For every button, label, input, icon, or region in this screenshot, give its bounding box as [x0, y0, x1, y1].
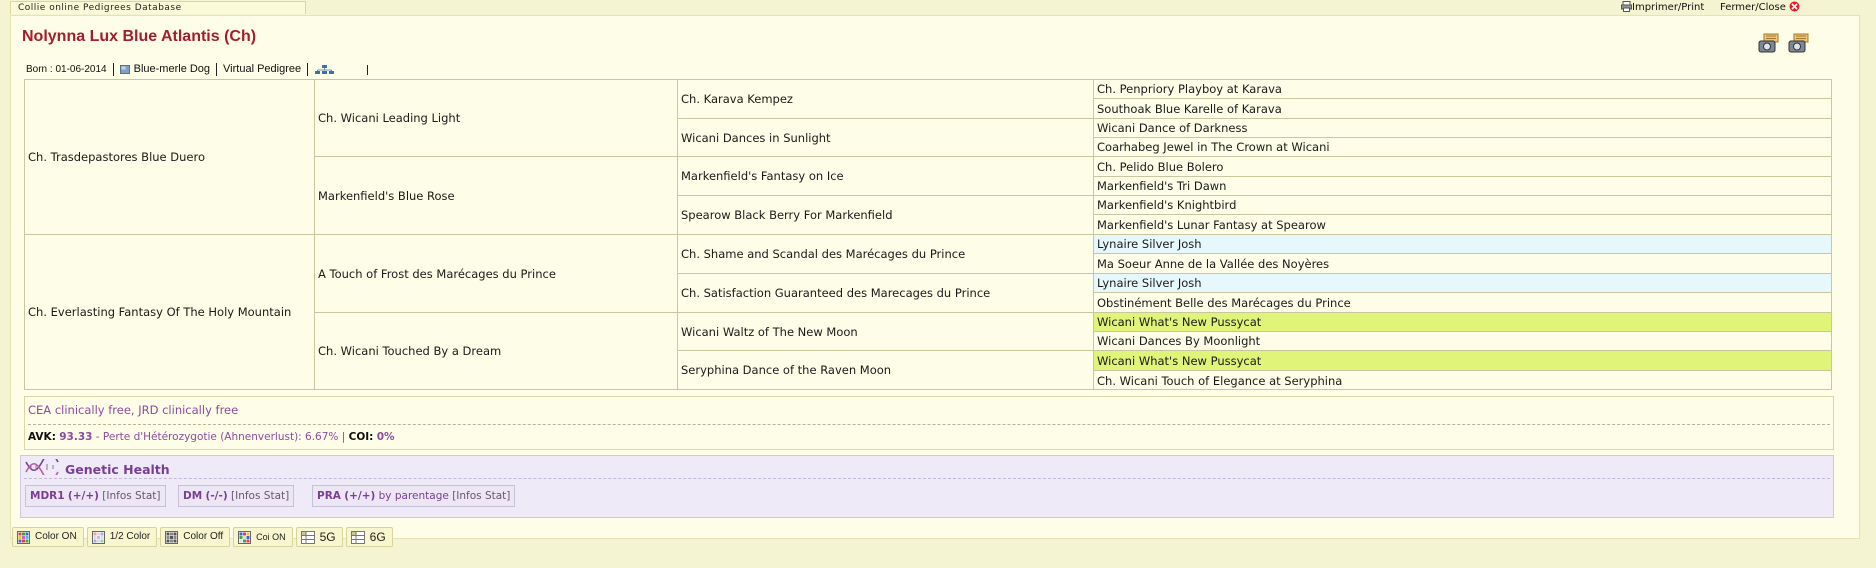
half-color-button[interactable]: 1/2 Color: [86, 527, 158, 547]
test-name: MDR1: [30, 490, 65, 502]
pedigree-gen4-cell[interactable]: Lynaire Silver Josh: [1094, 274, 1831, 293]
test-result: (+/+): [344, 490, 376, 502]
pedigree-gen3-cell[interactable]: Seryphina Dance of the Raven Moon: [678, 351, 1094, 390]
table-icon: [350, 530, 365, 544]
pedigree-gen4-cell[interactable]: Markenfield's Lunar Fantasy at Spearow: [1094, 215, 1831, 235]
pedigree-gen4-cell[interactable]: Markenfield's Tri Dawn: [1094, 177, 1831, 196]
divider: [24, 478, 1830, 479]
sire[interactable]: Ch. Trasdepastores Blue Duero: [25, 80, 315, 235]
test-name: DM: [183, 490, 203, 502]
pedigree-gen2-cell[interactable]: Markenfield's Blue Rose: [315, 157, 678, 235]
close-label: Fermer/Close: [1720, 2, 1786, 13]
genetic-health-title: Genetic Health: [65, 462, 170, 477]
pedigree-gen4-cell[interactable]: Ma Soeur Anne de la Vallée des Noyères: [1094, 254, 1831, 274]
close-icon: [1789, 1, 1800, 12]
pedigree-gen4-cell[interactable]: Wicani What's New Pussycat: [1094, 313, 1831, 332]
test-result: (-/-): [205, 490, 228, 502]
camera-icon[interactable]: [1758, 32, 1780, 54]
pedigree-gen3-cell[interactable]: Ch. Karava Kempez: [678, 80, 1094, 119]
print-label: Imprimer/Print: [1632, 2, 1705, 13]
button-label: Coi ON: [256, 532, 286, 542]
test-name: PRA: [317, 490, 341, 502]
dna-icon: [25, 459, 59, 475]
color-sex-label: Blue-merle Dog: [133, 63, 211, 75]
pedigree-gen3-cell[interactable]: Markenfield's Fantasy on Ice: [678, 157, 1094, 196]
pedigree-gen3-cell[interactable]: Wicani Dances in Sunlight: [678, 119, 1094, 157]
pedigree-gen4-cell[interactable]: Wicani What's New Pussycat: [1094, 351, 1831, 371]
genetic-health-panel: Genetic Health MDR1 (+/+) [Infos Stat] D…: [20, 455, 1834, 518]
table-icon: [300, 530, 315, 544]
coi-value: 0%: [376, 431, 395, 443]
coi-on-button[interactable]: Coi ON: [233, 527, 293, 547]
button-label: Color Off: [183, 531, 224, 542]
pedigree-gen3-cell[interactable]: Wicani Waltz of The New Moon: [678, 313, 1094, 351]
virtual-pedigree-link[interactable]: Virtual Pedigree: [217, 63, 309, 76]
6g-button[interactable]: 6G: [345, 527, 393, 547]
pedigree-gen2-cell[interactable]: Ch. Wicani Leading Light: [315, 80, 678, 157]
pedigree-gen4-cell[interactable]: Southoak Blue Karelle of Karava: [1094, 99, 1831, 119]
color-grid-icon: [17, 530, 30, 544]
pedigree-gen2-cell[interactable]: A Touch of Frost des Marécages du Prince: [315, 235, 678, 313]
pedigree-gen3-cell[interactable]: Spearow Black Berry For Markenfield: [678, 196, 1094, 235]
color-sex: Blue-merle Dog: [114, 63, 218, 76]
pedigree-gen4-cell[interactable]: Lynaire Silver Josh: [1094, 235, 1831, 254]
pedigree-gen4-cell[interactable]: Ch. Penpriory Playboy at Karava: [1094, 80, 1831, 99]
test-links[interactable]: [Infos Stat]: [231, 490, 289, 502]
bottom-toolbar: Color ON 1/2 Color Color Off Coi ON 5G 6…: [12, 527, 393, 547]
printer-icon: [1621, 1, 1632, 12]
pedigree-gen4-cell[interactable]: Ch. Wicani Touch of Elegance at Seryphin…: [1094, 371, 1831, 390]
test-dm: DM (-/-) [Infos Stat]: [178, 485, 295, 507]
test-extra: by parentage: [378, 490, 449, 502]
pedigree-gen4-cell[interactable]: Wicani Dances By Moonlight: [1094, 332, 1831, 351]
half-color-grid-icon: [91, 530, 105, 544]
born-date: Born : 01-06-2014: [24, 63, 114, 76]
pedigree-gen3-cell[interactable]: Ch. Shame and Scandal des Marécages du P…: [678, 235, 1094, 274]
avk-line: AVK: 93.33 - Perte d'Hétérozygotie (Ahne…: [28, 431, 395, 443]
pedigree-gen4-cell[interactable]: Coarhabeg Jewel in The Crown at Wicani: [1094, 138, 1831, 157]
coi-label: COI: [348, 431, 370, 443]
test-result: (+/+): [67, 490, 99, 502]
pedigree-gen4-cell[interactable]: Ch. Pelido Blue Bolero: [1094, 157, 1831, 177]
test-links[interactable]: [Infos Stat]: [452, 490, 510, 502]
pedigree-gen4-cell[interactable]: Markenfield's Knightbird: [1094, 196, 1831, 215]
pedigree-gen2-cell[interactable]: Ch. Wicani Touched By a Dream: [315, 313, 678, 390]
button-label: 5G: [319, 530, 336, 544]
avk-label: AVK: [28, 431, 52, 443]
button-label: 6G: [369, 530, 386, 544]
tree-icon: [315, 64, 335, 74]
5g-button[interactable]: 5G: [295, 527, 343, 547]
dam[interactable]: Ch. Everlasting Fantasy Of The Holy Moun…: [25, 235, 315, 390]
pedigree-table: Ch. Trasdepastores Blue Duero Ch. Everla…: [24, 79, 1832, 390]
test-mdr1: MDR1 (+/+) [Infos Stat]: [25, 485, 166, 507]
button-label: Color ON: [35, 531, 77, 542]
button-label: 1/2 Color: [109, 531, 151, 542]
color-on-button[interactable]: Color ON: [12, 527, 84, 547]
app-tab[interactable]: Collie online Pedigrees Database: [10, 1, 306, 14]
top-bar: Collie online Pedigrees Database Imprime…: [0, 0, 1876, 15]
close-link[interactable]: Fermer/Close: [1720, 1, 1800, 14]
pedigree-gen4-cell[interactable]: Obstinément Belle des Marécages du Princ…: [1094, 293, 1831, 313]
perte-text: - Perte d'Hétérozygotie (Ahnenverlust): …: [95, 431, 346, 443]
test-links[interactable]: [Infos Stat]: [102, 490, 160, 502]
health-summary: CEA clinically free, JRD clinically free…: [24, 396, 1834, 450]
divider: [28, 424, 1830, 425]
pedigree-gen3-cell[interactable]: Ch. Satisfaction Guaranteed des Marecage…: [678, 274, 1094, 313]
gray-grid-icon: [165, 530, 179, 544]
test-pra: PRA (+/+) by parentage [Infos Stat]: [312, 485, 516, 507]
avk-value: 93.33: [59, 431, 93, 443]
info-bar: Born : 01-06-2014 Blue-merle Dog Virtual…: [24, 62, 369, 77]
clinical-status: CEA clinically free, JRD clinically free: [28, 403, 239, 417]
camera-icon[interactable]: [1788, 32, 1810, 54]
pedigree-tree-link[interactable]: [308, 64, 369, 75]
color-off-button[interactable]: Color Off: [160, 527, 231, 547]
color-swatch-icon: [119, 65, 130, 74]
print-link[interactable]: Imprimer/Print: [1621, 1, 1704, 14]
page-title: Nolynna Lux Blue Atlantis (Ch): [22, 28, 257, 45]
pedigree-gen4-cell[interactable]: Wicani Dance of Darkness: [1094, 119, 1831, 138]
coi-grid-icon: [238, 530, 252, 544]
